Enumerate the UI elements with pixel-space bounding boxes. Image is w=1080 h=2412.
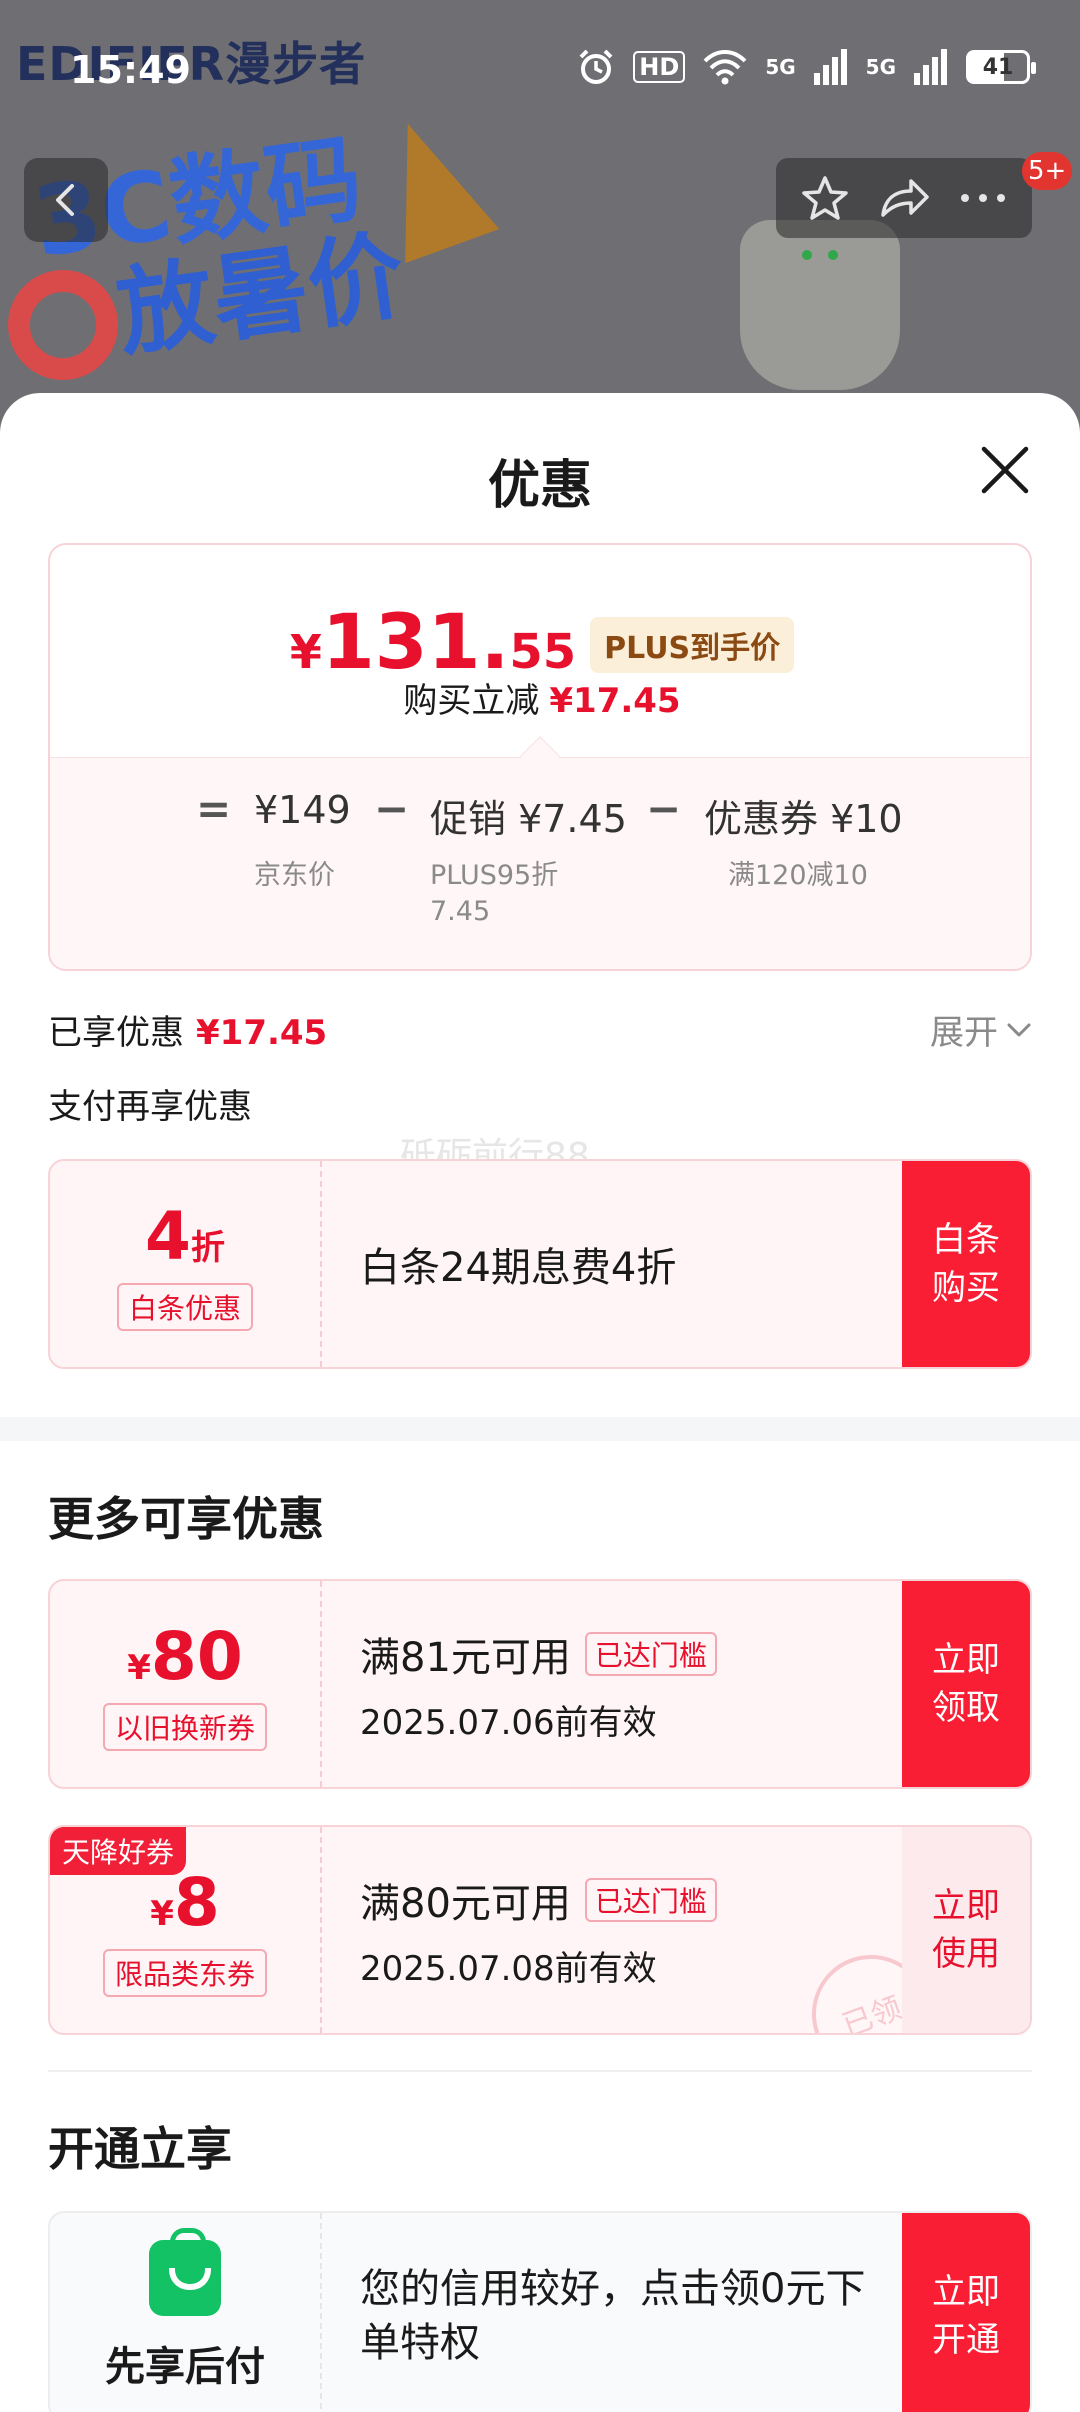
status-icons: HD 5G 5G 41: [577, 48, 1036, 86]
expand-label: 展开: [930, 1013, 998, 1053]
coupon-expiry: 2025.07.08前有效: [360, 1948, 657, 1989]
sheet-title: 优惠: [487, 456, 592, 516]
star-icon[interactable]: [800, 173, 850, 223]
coupon-threshold: 满81元可用 已达门槛: [360, 1625, 717, 1683]
coupon-type-label: 以旧换新券: [102, 1702, 267, 1751]
pay-again-label: 支付再享优惠: [48, 1087, 252, 1127]
pay-later-logo-icon: [149, 2228, 221, 2316]
signal-icon-2: [914, 49, 947, 85]
close-icon[interactable]: [978, 443, 1032, 497]
coupon-type-label: 限品类东券: [102, 1948, 267, 1997]
coupon-info: 满81元可用 已达门槛 2025.07.06前有效: [360, 1581, 717, 1787]
section-separator: [48, 2070, 1032, 2072]
open-enjoy-title: 开通立享: [48, 2122, 232, 2176]
baitiao-discount: 4折: [145, 1197, 225, 1275]
share-icon[interactable]: [877, 173, 931, 223]
hd-icon: HD: [633, 51, 686, 83]
price-calculation: = ¥149 京东价 − 促销 ¥7.45 PLUS95折 7.45 − 优惠券 …: [50, 736, 1030, 969]
coupon-threshold: 满80元可用 已达门槛: [360, 1871, 717, 1929]
coupon-expiry: 2025.07.06前有效: [360, 1702, 657, 1743]
coupon-discount-detail: 满120减10: [728, 860, 868, 891]
section-divider: [0, 1417, 1080, 1441]
message-badge: 5+: [1022, 152, 1073, 190]
signal-icon: [813, 49, 847, 85]
chevron-down-icon: [1007, 1023, 1031, 1036]
threshold-reached-tag: 已达门槛: [584, 1631, 717, 1676]
minus-sign-2: −: [646, 784, 682, 833]
claim-coupon-button[interactable]: 立即领取: [902, 1581, 1030, 1787]
pay-later-left: 先享后付: [50, 2213, 322, 2412]
signal-5g-label-2: 5G: [865, 55, 896, 79]
more-discounts-title: 更多可享优惠: [48, 1492, 324, 1546]
wifi-icon: [703, 50, 747, 85]
top-actions: [776, 158, 1032, 238]
alarm-icon: [579, 49, 613, 84]
coupon-left: ¥80 以旧换新券: [50, 1581, 322, 1787]
chevron-left-icon: [56, 184, 74, 216]
status-bar: 15:49 HD 5G 5G 41: [0, 0, 1080, 140]
promo-discount-detail: PLUS95折 7.45: [430, 860, 559, 927]
instant-discount-label: 购买立减: [403, 681, 540, 721]
status-time: 15:49: [70, 48, 191, 92]
threshold-reached-tag: 已达门槛: [584, 1877, 717, 1922]
baitiao-left: 4折 白条优惠: [50, 1161, 322, 1367]
enjoyed-discount-label: 已享优惠: [48, 1013, 184, 1053]
baitiao-buy-button[interactable]: 白条购买: [902, 1161, 1030, 1367]
expand-button[interactable]: 展开: [930, 1005, 1032, 1054]
pay-later-info: 您的信用较好，点击领0元下单特权: [360, 2213, 880, 2412]
open-pay-later-button[interactable]: 立即开通: [902, 2213, 1030, 2412]
baitiao-text: 白条24期息费4折: [360, 1245, 677, 1291]
plus-price-tag: PLUS到手价: [590, 617, 795, 673]
jd-price: ¥149: [254, 788, 351, 832]
battery-icon: 41: [966, 50, 1036, 84]
coupon-card: ¥80 以旧换新券 满81元可用 已达门槛 2025.07.06前有效 立即领取: [48, 1579, 1032, 1789]
enjoyed-discount: 已享优惠 ¥17.45: [48, 1005, 327, 1054]
back-button[interactable]: [24, 158, 108, 242]
instant-discount-value: ¥17.45: [549, 681, 681, 721]
pay-later-card: 先享后付 您的信用较好，点击领0元下单特权 立即开通: [48, 2211, 1032, 2412]
pay-later-name: 先享后付: [105, 2344, 265, 2390]
coupon-info: 满80元可用 已达门槛 2025.07.08前有效: [360, 1827, 717, 2033]
promo-discount: 促销 ¥7.45: [430, 797, 627, 841]
price-breakdown-card: ¥131.55 PLUS到手价 购买立减 ¥17.45 = ¥149 京东价 − …: [48, 543, 1032, 971]
jd-price-label: 京东价: [254, 860, 335, 891]
product-image: [740, 220, 900, 390]
coupon-discount: 优惠券 ¥10: [704, 797, 903, 841]
minus-sign-1: −: [374, 784, 410, 833]
coupon-amount: ¥80: [127, 1617, 243, 1695]
coupon-card: 天降好券 ¥8 限品类东券 满80元可用 已达门槛 2025.07.08前有效 已…: [48, 1825, 1032, 2035]
swim-ring-decoration: [8, 270, 118, 380]
baitiao-coupon: 4折 白条优惠 白条24期息费4折 白条购买: [48, 1159, 1032, 1369]
discount-sheet: 优惠 ¥131.55 PLUS到手价 购买立减 ¥17.45 = ¥149 京东价…: [0, 393, 1080, 2412]
coupon-amount: ¥8: [150, 1863, 220, 1941]
use-coupon-button[interactable]: 立即使用: [902, 1827, 1030, 2033]
enjoyed-discount-value: ¥17.45: [196, 1013, 328, 1053]
more-icon[interactable]: [958, 188, 1008, 208]
coupon-left: ¥8 限品类东券: [50, 1827, 322, 2033]
baitiao-label: 白条优惠: [116, 1282, 253, 1331]
equals-sign: =: [196, 784, 232, 833]
baitiao-info: 白条24期息费4折: [360, 1161, 676, 1367]
signal-5g-label-1: 5G: [765, 55, 796, 79]
pay-later-text: 您的信用较好，点击领0元下单特权: [360, 2266, 866, 2366]
calc-pointer: [520, 736, 560, 776]
instant-discount: 购买立减 ¥17.45: [50, 673, 1030, 722]
